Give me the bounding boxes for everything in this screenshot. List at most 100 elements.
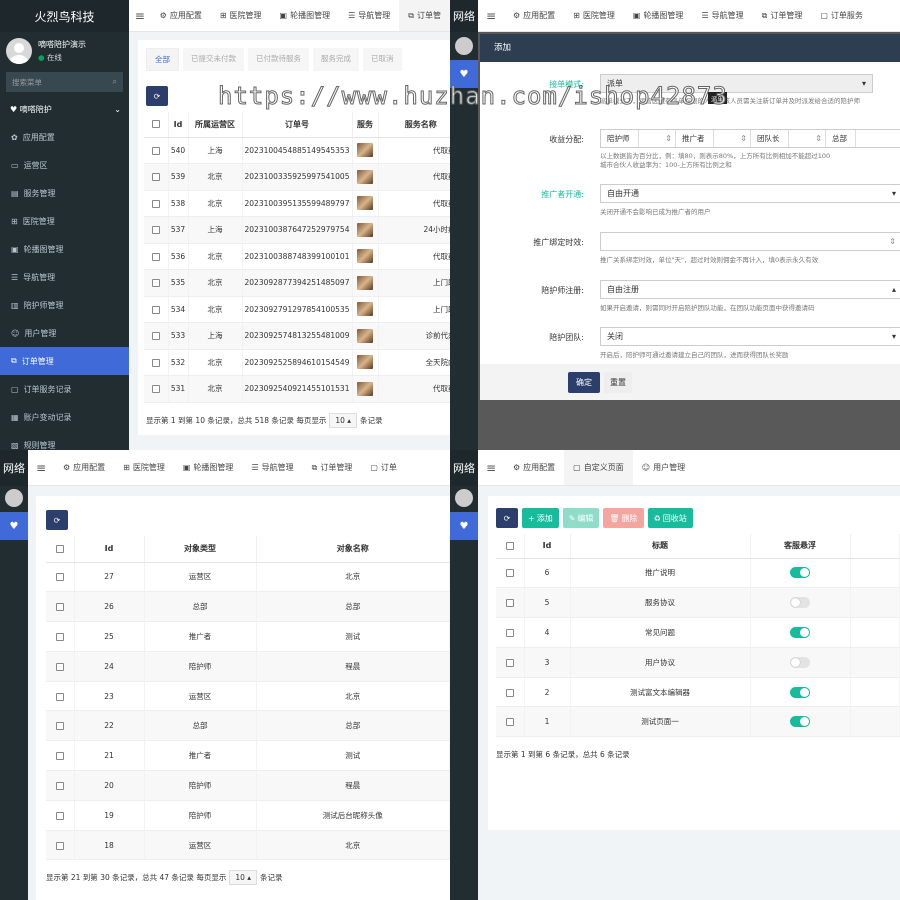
float-toggle[interactable] (790, 567, 810, 579)
col-type[interactable]: 对象类型 (144, 536, 257, 563)
heart-icon[interactable]: ♥ (0, 512, 28, 540)
select-all-checkbox[interactable] (151, 120, 160, 129)
float-toggle[interactable] (790, 656, 810, 668)
tab-custom-page[interactable]: ▢ 自定义页面 (564, 450, 633, 485)
team-select[interactable]: 关闭 ▾ (600, 327, 900, 346)
table-row[interactable]: 24 陪护师 程晨 (46, 651, 450, 682)
float-toggle[interactable] (790, 597, 810, 609)
row-checkbox[interactable] (505, 628, 514, 637)
row-checkbox[interactable] (151, 173, 160, 182)
row-checkbox[interactable] (151, 385, 160, 394)
sidebar-header[interactable]: ♥ 嘀嗒陪护 ⌄ (0, 95, 129, 123)
row-checkbox[interactable] (55, 573, 64, 582)
hq-share-input[interactable] (856, 130, 900, 147)
col-service-name[interactable]: 服务名称 (378, 112, 450, 138)
table-row[interactable]: 19 陪护师 测试后台昵称头像 (46, 800, 450, 831)
row-checkbox[interactable] (55, 722, 64, 731)
float-toggle[interactable] (790, 716, 810, 728)
table-row[interactable]: 539北京2023100335925997541005 代取药送 (144, 163, 450, 191)
table-row[interactable]: 26 总部 总部 (46, 591, 450, 623)
tab-app-config[interactable]: ⚙ 应用配置 (151, 0, 211, 31)
row-checkbox[interactable] (55, 811, 64, 820)
row-checkbox[interactable] (151, 279, 160, 288)
row-checkbox[interactable] (55, 692, 64, 701)
menu-search[interactable]: 搜索菜单 ⌕ (6, 72, 123, 92)
sidebar-item-nav[interactable]: ☰ 导航管理 (0, 263, 129, 291)
menu-toggle-icon[interactable]: ≡ (129, 9, 151, 23)
table-row[interactable]: 533上海2023092574813255481009 诊前代办约 (144, 322, 450, 350)
heart-icon[interactable]: ♥ (450, 512, 478, 540)
row-checkbox[interactable] (505, 599, 514, 608)
row-checkbox[interactable] (55, 662, 64, 671)
float-toggle[interactable] (790, 626, 810, 638)
row-checkbox[interactable] (151, 146, 160, 155)
refresh-button[interactable]: ⟳ (46, 510, 68, 530)
sidebar-item-service[interactable]: ▤ 服务管理 (0, 179, 129, 207)
row-checkbox[interactable] (505, 569, 514, 578)
sidebar-item-app-config[interactable]: ✿ 应用配置 (0, 123, 129, 151)
menu-toggle-icon[interactable]: ≡ (28, 461, 54, 475)
sidebar-item-area[interactable]: ▭ 运营区 (0, 151, 129, 179)
search-icon[interactable]: ⌕ (113, 77, 117, 87)
tab-order[interactable]: ⧉ 订单管理 (753, 0, 812, 31)
table-row[interactable]: 3 用户协议 (496, 647, 900, 678)
col-id[interactable]: Id (524, 534, 571, 559)
table-row[interactable]: 536北京2023100388748399100101 代取药送 (144, 243, 450, 270)
col-id[interactable]: Id (74, 536, 145, 563)
table-row[interactable]: 22 总部 总部 (46, 710, 450, 742)
row-checkbox[interactable] (55, 781, 64, 790)
caregiver-share-input[interactable]: ⇕ (639, 130, 676, 147)
caregiver-register-select[interactable]: 自由注册 ▴ (600, 280, 900, 299)
sidebar-item-user[interactable]: ☺ 用户管理 (0, 319, 129, 347)
service-image[interactable] (357, 143, 373, 158)
table-row[interactable]: 23 运营区 北京 (46, 681, 450, 712)
row-checkbox[interactable] (55, 841, 64, 850)
service-image[interactable] (357, 249, 373, 264)
filter-done[interactable]: 服务完成 (313, 48, 359, 71)
row-checkbox[interactable] (151, 252, 160, 261)
table-row[interactable]: 532北京2023092525894610154549 全天院内陪 (144, 349, 450, 376)
col-name[interactable]: 对象名称 (256, 536, 450, 563)
tab-order-2[interactable]: ▢ 订单 (361, 450, 406, 485)
table-row[interactable]: 1 测试页面一 (496, 706, 900, 738)
service-image[interactable] (357, 302, 373, 317)
row-checkbox[interactable] (55, 603, 64, 612)
table-row[interactable]: 25 推广者 测试 (46, 621, 450, 652)
stepper-icon[interactable]: ⇕ (889, 237, 896, 246)
sidebar-item-order-service[interactable]: ▢ 订单服务记录 (0, 375, 129, 403)
table-row[interactable]: 5 服务协议 (496, 587, 900, 619)
table-row[interactable]: 540上海2023100454885149545353 代取药送 (144, 137, 450, 164)
leader-share-input[interactable]: ⇕ (789, 130, 826, 147)
refresh-button[interactable]: ⟳ (146, 86, 168, 106)
tab-app-config[interactable]: ⚙ 应用配置 (504, 450, 564, 485)
row-checkbox[interactable] (505, 658, 514, 667)
table-row[interactable]: 2 测试富文本编辑器 (496, 677, 900, 708)
table-row[interactable]: 531北京2023092540921455101531 代取药送 (144, 375, 450, 403)
col-area[interactable]: 所属运营区 (188, 112, 243, 138)
col-title[interactable]: 标题 (570, 534, 751, 559)
sidebar-item-order[interactable]: ⧉ 订单管理 (0, 347, 129, 375)
promoter-open-select[interactable]: 自由开通 ▾ (600, 184, 900, 203)
service-image[interactable] (357, 381, 373, 396)
service-image[interactable] (357, 169, 373, 184)
menu-toggle-icon[interactable]: ≡ (478, 461, 504, 475)
row-checkbox[interactable] (151, 199, 160, 208)
tab-hospital[interactable]: ⊞ 医院管理 (211, 0, 271, 31)
table-row[interactable]: 4 常见问题 (496, 617, 900, 648)
edit-button[interactable]: ✎ 编辑 (562, 508, 600, 528)
menu-toggle-icon[interactable]: ≡ (478, 9, 504, 23)
service-image[interactable] (357, 275, 373, 290)
row-checkbox[interactable] (505, 688, 514, 697)
sidebar-item-banner[interactable]: ▣ 轮播图管理 (0, 235, 129, 263)
tab-app-config[interactable]: ⚙ 应用配置 (504, 0, 564, 31)
tab-app-config[interactable]: ⚙ 应用配置 (54, 450, 114, 485)
sidebar-item-account[interactable]: ▦ 账户变动记录 (0, 403, 129, 431)
tab-order-service[interactable]: ▢ 订单服务 (811, 0, 872, 31)
recycle-button[interactable]: ♻ 回收站 (647, 508, 693, 528)
reset-button[interactable]: 重置 (604, 371, 632, 393)
row-checkbox[interactable] (505, 718, 514, 727)
table-row[interactable]: 6 推广说明 (496, 558, 900, 589)
select-all-checkbox[interactable] (505, 541, 514, 550)
table-row[interactable]: 538北京2023100395135599489797 代取药送 (144, 190, 450, 217)
tab-nav[interactable]: ☰ 导航管理 (692, 0, 752, 31)
